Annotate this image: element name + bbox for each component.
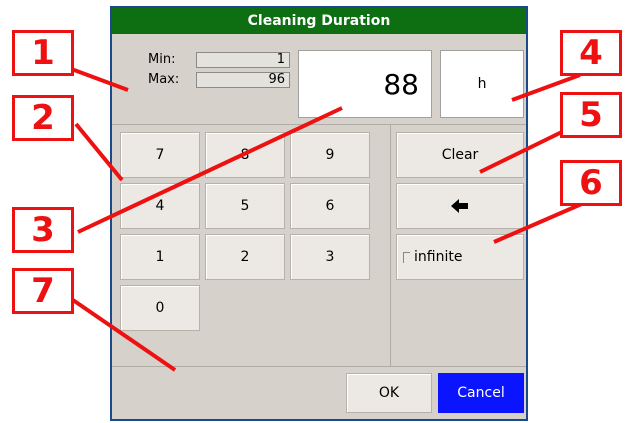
callout-line-1 bbox=[65, 65, 129, 92]
callout-line-7 bbox=[68, 296, 177, 372]
callout-2: 2 bbox=[12, 95, 74, 141]
callout-6: 6 bbox=[560, 160, 622, 206]
callout-line-2 bbox=[74, 122, 124, 182]
callout-lines bbox=[65, 65, 601, 372]
callout-3: 3 bbox=[12, 207, 74, 253]
callout-line-3 bbox=[77, 106, 343, 234]
callout-1: 1 bbox=[12, 30, 74, 76]
callout-line-5 bbox=[479, 126, 571, 174]
callout-5: 5 bbox=[560, 92, 622, 138]
callout-4: 4 bbox=[560, 30, 622, 76]
callout-7: 7 bbox=[12, 268, 74, 314]
